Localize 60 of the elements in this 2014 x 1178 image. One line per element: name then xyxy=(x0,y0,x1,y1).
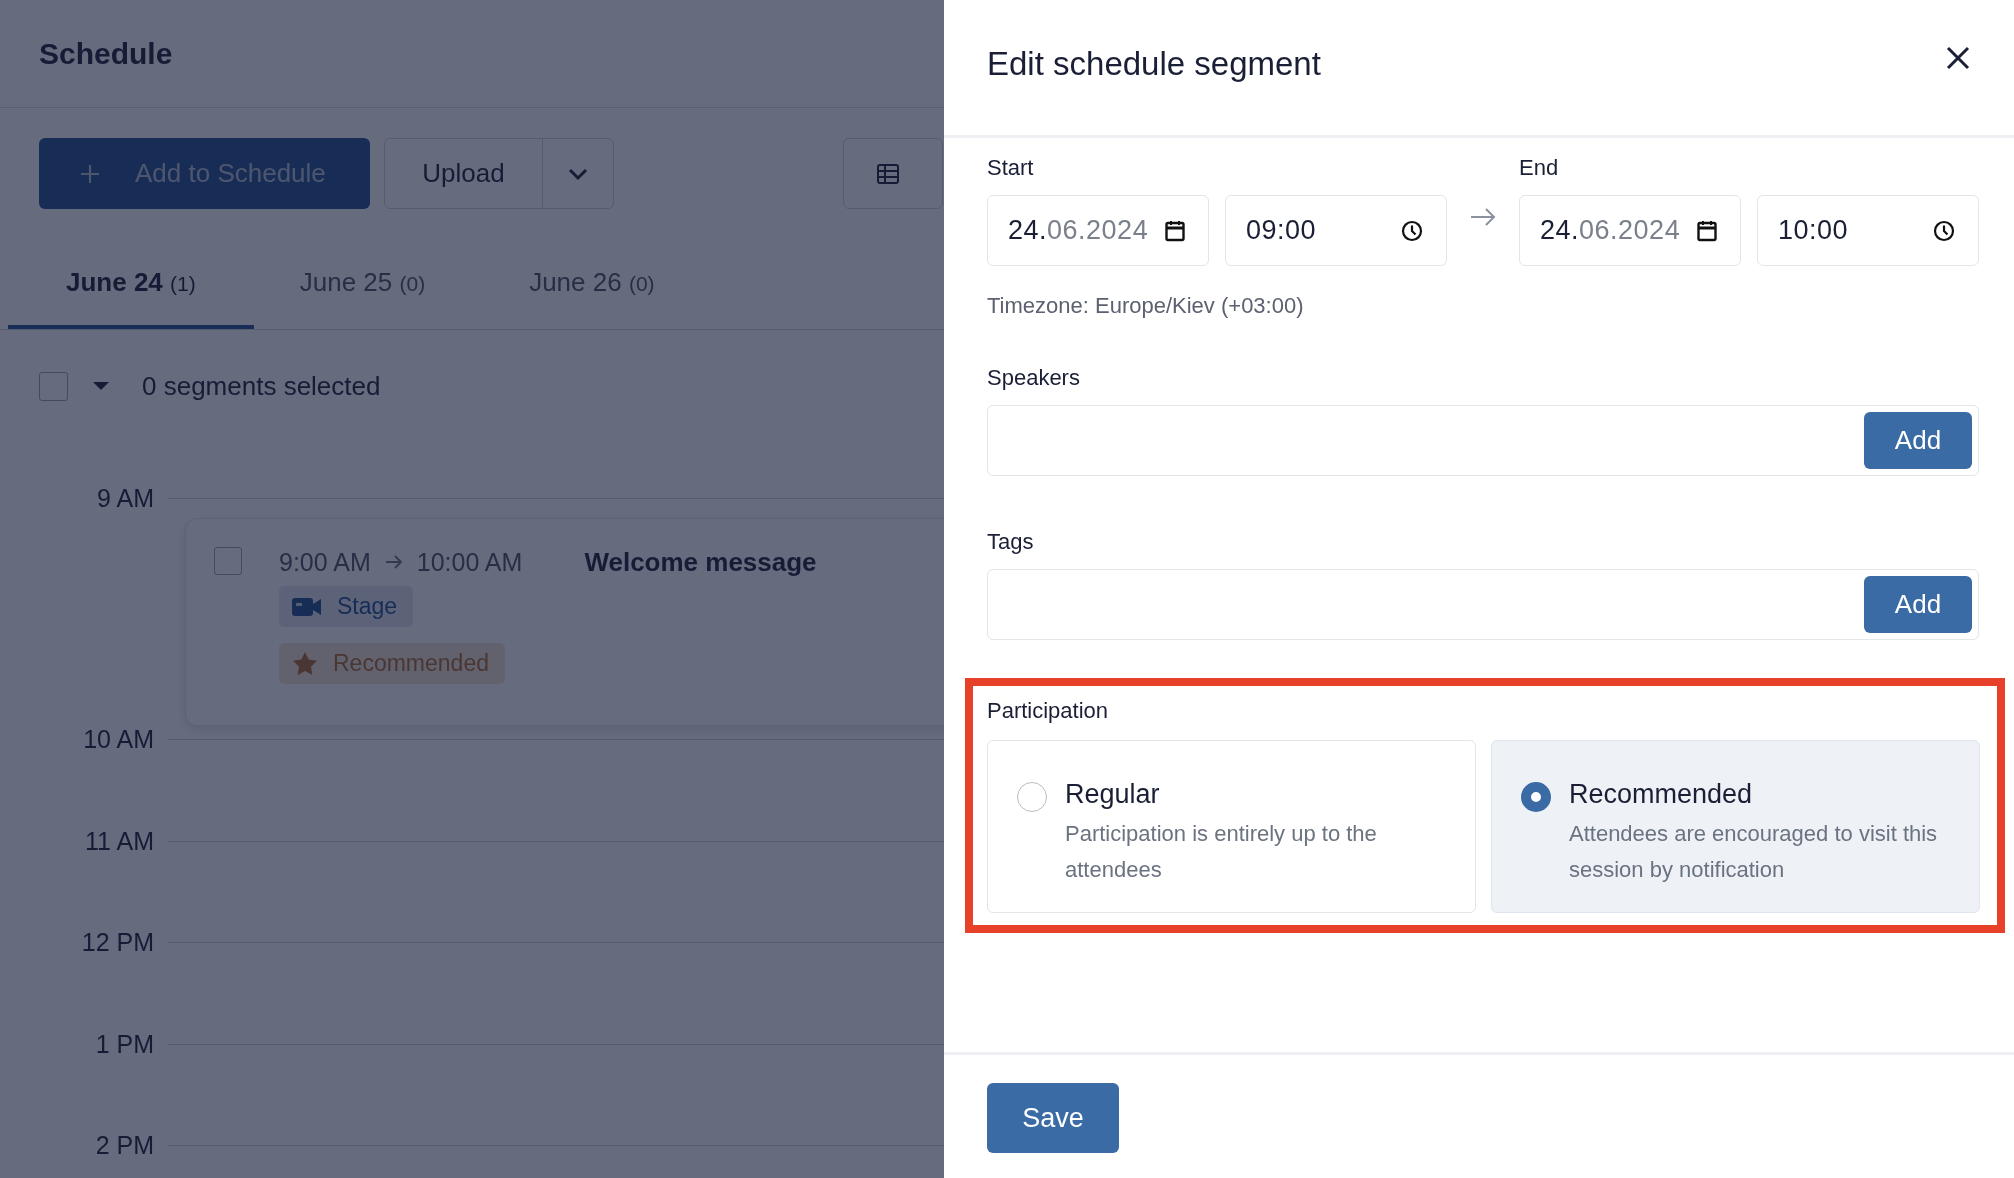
option-title: Regular xyxy=(1065,778,1161,810)
hour-label: 1 PM xyxy=(94,1030,154,1057)
time-value: 10:00 xyxy=(1778,215,1849,246)
date-value: 24.06.2024 xyxy=(1540,215,1681,246)
participation-option[interactable]: Recommended Attendees are encouraged to visit this session by notification xyxy=(1491,740,1980,913)
field-label: Tags xyxy=(987,529,1034,555)
option-description: Attendees are encouraged to visit this session by notification xyxy=(1569,820,1939,884)
clock-icon[interactable] xyxy=(1401,219,1423,242)
radio-button[interactable] xyxy=(1521,782,1551,812)
video-camera-icon xyxy=(292,596,322,617)
calendar-icon[interactable] xyxy=(1697,219,1717,242)
page-title: Schedule xyxy=(39,36,173,71)
segment-card[interactable]: 9:00 AM 10:00 AM Welcome message Stage Recommended xyxy=(185,518,944,726)
save-button[interactable]: Save xyxy=(987,1083,1119,1153)
radio-button[interactable] xyxy=(1017,782,1047,812)
selection-count: 0 segments selected xyxy=(142,370,381,402)
field-label: End xyxy=(1519,155,1560,181)
date-field[interactable]: 24.06.2024 xyxy=(1519,195,1741,266)
segment-title: Welcome message xyxy=(584,546,817,578)
speakers-field[interactable]: Add xyxy=(987,405,1979,476)
star-icon xyxy=(292,651,318,676)
segment-checkbox[interactable] xyxy=(214,547,242,575)
time-field[interactable]: 10:00 xyxy=(1757,195,1979,266)
table-icon xyxy=(877,163,899,184)
hour-label: 2 PM xyxy=(94,1132,154,1158)
field-label: Speakers xyxy=(987,365,1080,391)
clock-icon[interactable] xyxy=(1933,219,1955,242)
hour-label: 11 AM xyxy=(83,827,154,854)
calendar-icon[interactable] xyxy=(1165,219,1185,242)
arrow-right-icon xyxy=(384,555,403,569)
arrow-right-icon xyxy=(1470,208,1496,226)
timezone-note: Timezone: Europe/Kiev (+03:00) xyxy=(987,293,1304,319)
plus-icon xyxy=(79,162,101,185)
date-value: 24.06.2024 xyxy=(1008,215,1149,246)
grid-view-button[interactable] xyxy=(843,138,943,209)
participation-option[interactable]: Regular Participation is entirely up to the attendees xyxy=(987,740,1476,913)
stage-tag: Stage xyxy=(279,586,414,627)
add-speaker-button[interactable]: Add xyxy=(1864,412,1972,469)
start-time: 9:00 AM xyxy=(279,547,371,577)
field-label: Start xyxy=(987,155,1035,181)
caret-down-icon[interactable] xyxy=(92,381,110,391)
date-field[interactable]: 24.06.2024 xyxy=(987,195,1209,266)
hour-label: 12 PM xyxy=(80,929,154,955)
option-description: Participation is entirely up to the attendees xyxy=(1065,820,1378,884)
hour-label: 10 AM xyxy=(82,726,154,752)
end-time: 10:00 AM xyxy=(416,547,523,577)
option-title: Recommended xyxy=(1569,778,1754,810)
hour-label: 9 AM xyxy=(96,485,154,511)
date-tab[interactable]: June 24 (1) xyxy=(8,239,254,329)
field-label: Participation xyxy=(987,698,1110,724)
close-icon[interactable] xyxy=(1946,45,1970,70)
drawer-title: Edit schedule segment xyxy=(987,44,1321,83)
chevron-down-icon xyxy=(567,166,589,181)
recommended-tag: Recommended xyxy=(279,643,505,684)
tags-field[interactable]: Add xyxy=(987,569,1979,640)
time-value: 09:00 xyxy=(1246,215,1317,246)
select-all-checkbox[interactable] xyxy=(39,371,68,401)
time-field[interactable]: 09:00 xyxy=(1225,195,1447,266)
add-tag-button[interactable]: Add xyxy=(1864,576,1972,633)
upload-button[interactable]: Upload xyxy=(385,139,543,208)
